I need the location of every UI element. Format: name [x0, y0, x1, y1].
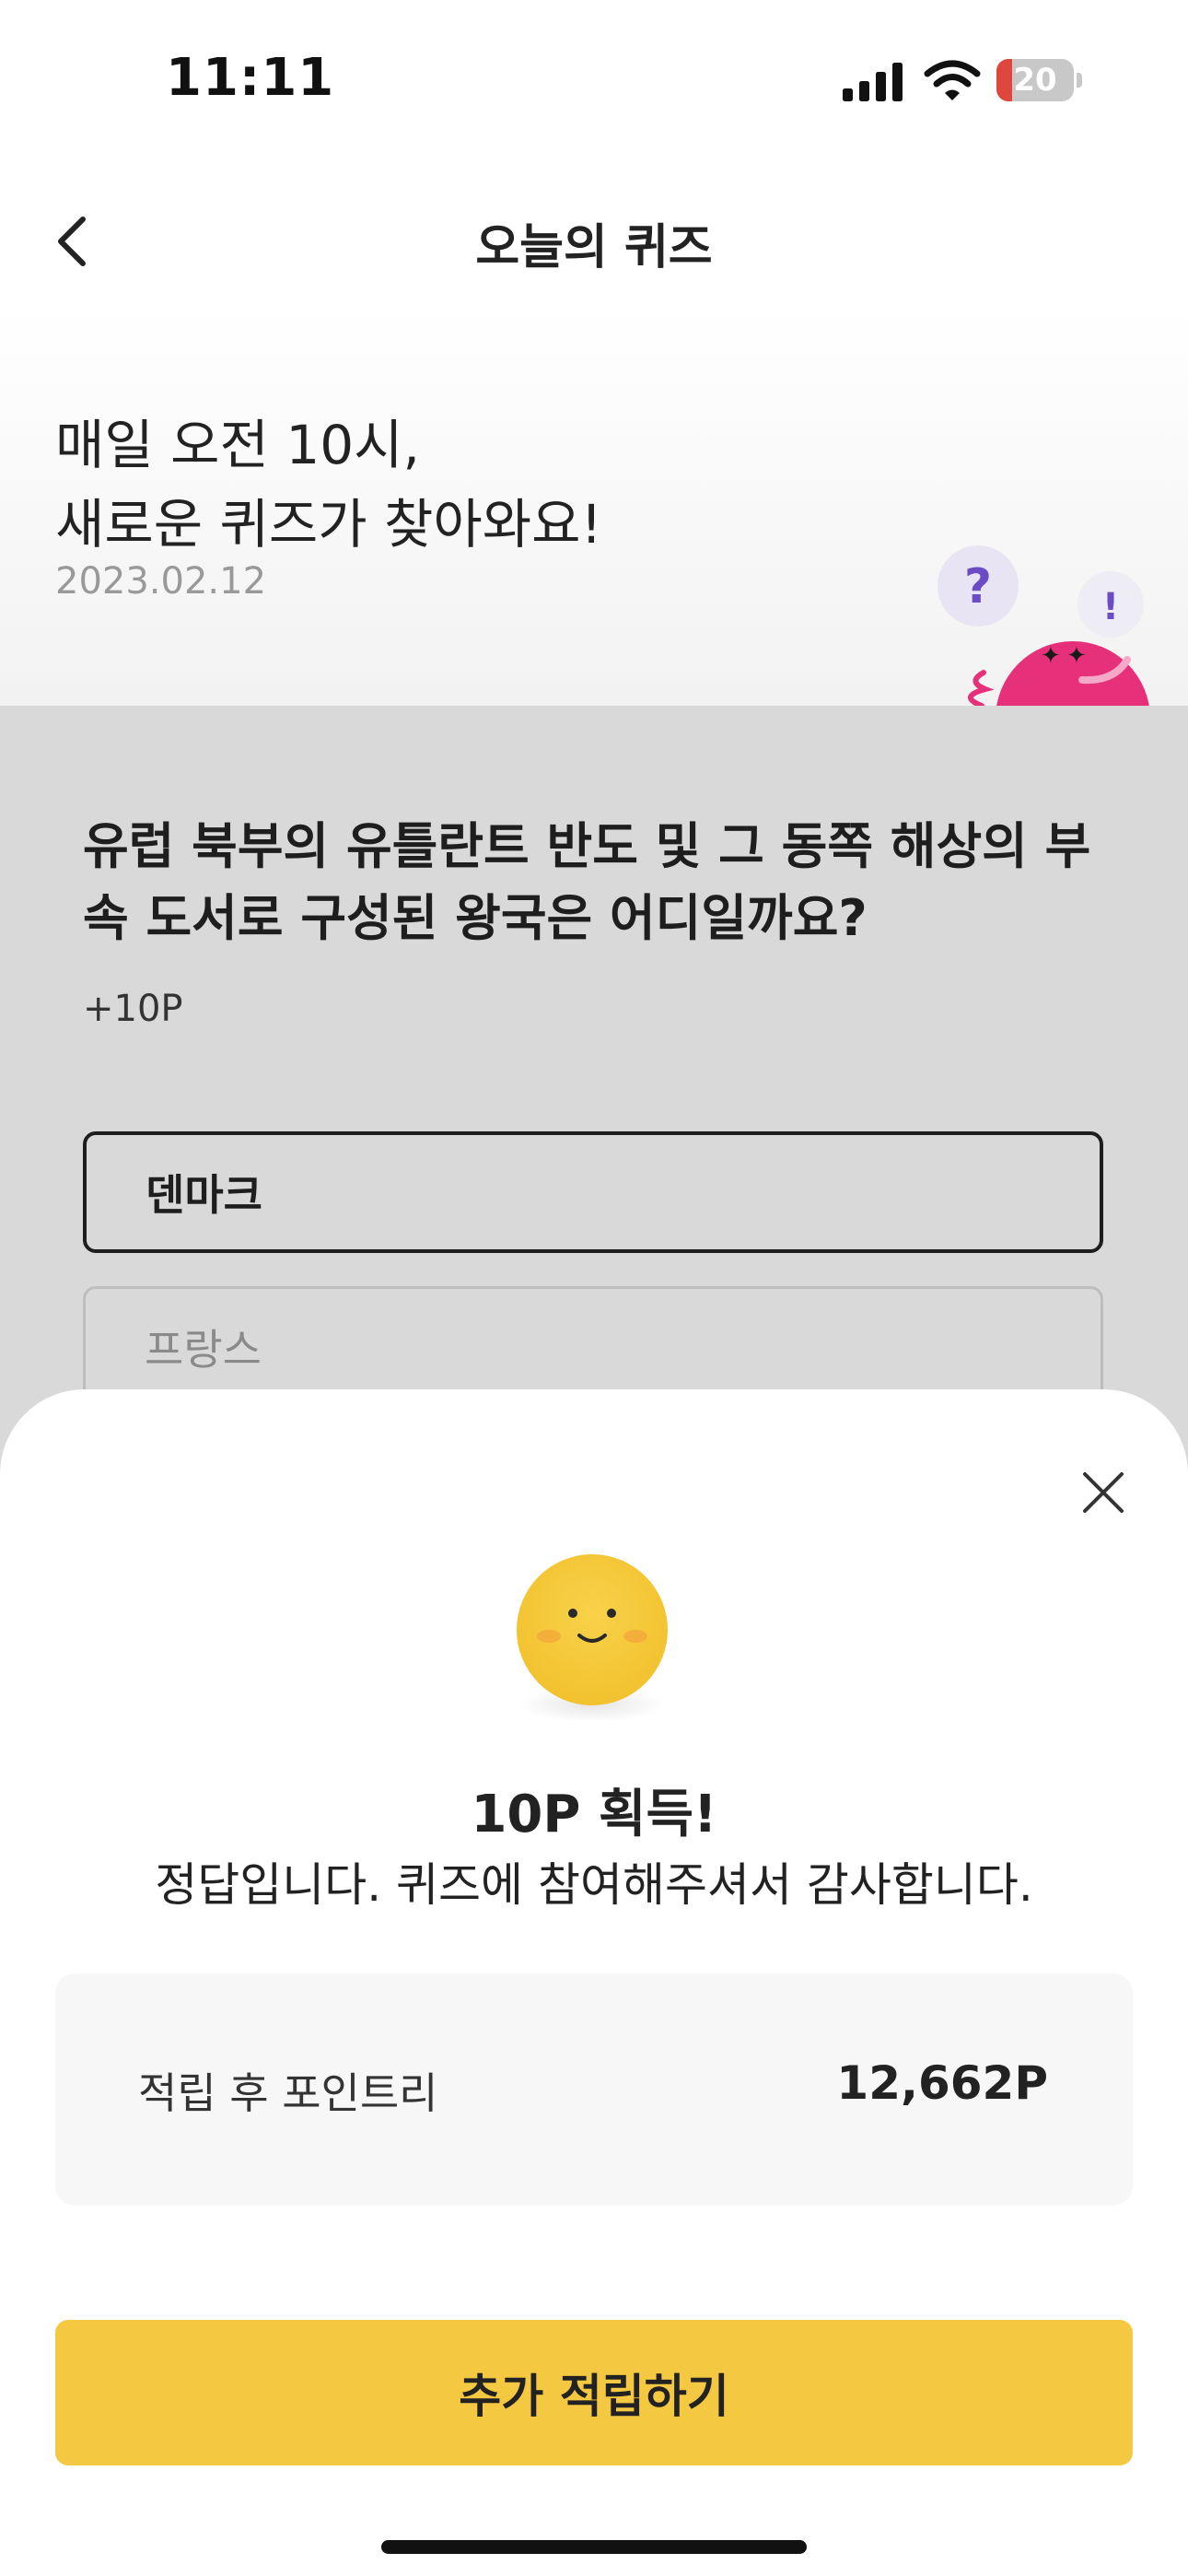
exclamation-mark: ! [1102, 586, 1119, 628]
quiz-question: 유럽 북부의 유틀란트 반도 및 그 동쪽 해상의 부속 도서로 구성된 왕국은… [83, 817, 1091, 947]
wifi-icon [924, 60, 981, 100]
answer-option-label: 프랑스 [145, 1325, 262, 1375]
headline-line-1: 매일 오전 10시, [55, 414, 420, 476]
status-time: 11:11 [166, 48, 335, 108]
battery-level: 20 [1013, 62, 1057, 99]
question-points: +10P [83, 988, 183, 1030]
smiley-face-icon [517, 1554, 668, 1705]
question-mark: ? [964, 559, 992, 615]
result-title: 10P 획득! [471, 1785, 717, 1844]
close-button[interactable] [1068, 1458, 1138, 1528]
quiz-headline: 매일 오전 10시, 새로운 퀴즈가 찾아와요! [55, 405, 602, 564]
home-indicator [381, 2540, 807, 2554]
svg-text:✦: ✦ [1066, 642, 1087, 670]
answer-option-label: 덴마크 [146, 1170, 262, 1220]
points-value: 12,662P [836, 2056, 1048, 2110]
close-icon [1083, 1472, 1124, 1513]
headline-line-2: 새로운 퀴즈가 찾아와요! [55, 493, 602, 556]
battery-icon: 20 [996, 59, 1083, 101]
page-title: 오늘의 퀴즈 [475, 220, 713, 275]
svg-text:✦: ✦ [1041, 642, 1061, 670]
signal-icon [843, 63, 903, 101]
points-label: 적립 후 포인트리 [138, 2068, 438, 2118]
result-message: 정답입니다. 퀴즈에 참여해주셔서 감사합니다. [155, 1858, 1033, 1912]
earn-more-button[interactable]: 추가 적립하기 [55, 2320, 1133, 2465]
mascot-illustration: ? ! ✦ ✦ [938, 545, 1149, 706]
quiz-date: 2023.02.12 [55, 560, 267, 603]
answer-option-selected[interactable]: 덴마크 [83, 1131, 1103, 1253]
